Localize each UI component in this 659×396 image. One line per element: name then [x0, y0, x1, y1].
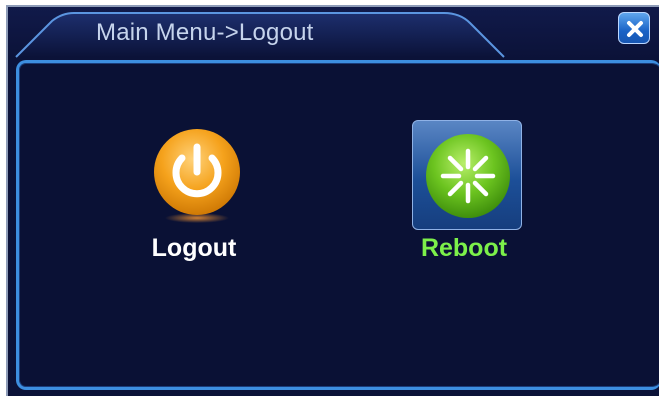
menu-panel: Logout Reboot: [16, 60, 659, 390]
logout-option[interactable]: Logout: [109, 120, 279, 290]
close-button[interactable]: [618, 12, 650, 44]
reboot-icon: [426, 134, 510, 218]
reboot-label: Reboot: [420, 234, 508, 262]
reboot-option[interactable]: Reboot: [379, 120, 549, 290]
reboot-icon-box[interactable]: [412, 120, 522, 230]
title-bar: Main Menu->Logout: [8, 7, 659, 59]
page-title: Main Menu->Logout: [96, 19, 314, 46]
power-icon: [154, 129, 240, 223]
logout-dialog: Main Menu->Logout Logout Reboot: [6, 5, 659, 396]
logout-icon-box[interactable]: [142, 120, 252, 230]
close-icon: [627, 21, 643, 37]
logout-label: Logout: [151, 234, 237, 262]
